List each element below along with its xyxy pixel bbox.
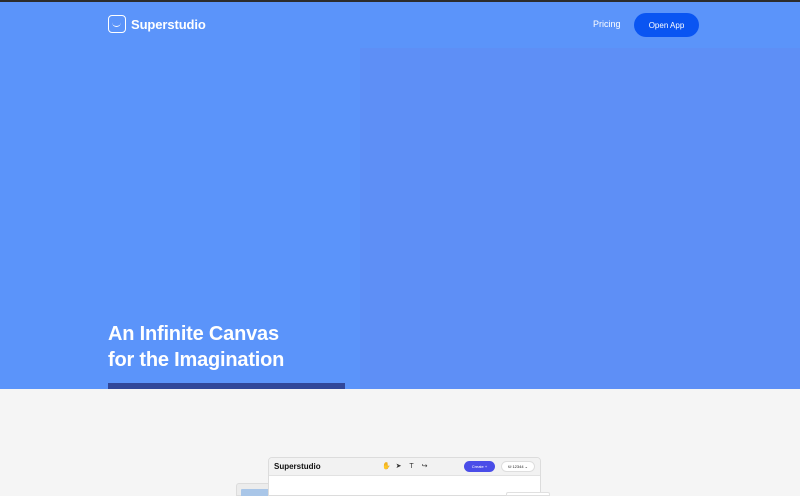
create-button[interactable]: Create + bbox=[464, 461, 495, 472]
superstudio-logo-icon bbox=[108, 15, 126, 33]
hero-media-panel bbox=[360, 48, 800, 389]
app-preview-window: Superstudio ✋ ➤ T ↪ Create + ⛁ 12344 ⌄ bbox=[268, 457, 541, 496]
pricing-link[interactable]: Pricing bbox=[593, 19, 621, 29]
chevron-down-icon: ⌄ bbox=[523, 464, 529, 469]
app-preview-brand: Superstudio bbox=[274, 462, 321, 471]
hero-headline-line2: for the Imagination bbox=[108, 349, 285, 371]
text-icon[interactable]: T bbox=[407, 462, 416, 471]
credits-badge[interactable]: ⛁ 12344 ⌄ bbox=[501, 461, 535, 472]
pointer-icon[interactable]: ➤ bbox=[394, 462, 403, 471]
app-preview-toolbar: Superstudio ✋ ➤ T ↪ Create + ⛁ 12344 ⌄ bbox=[269, 458, 540, 476]
credits-count: 12344 bbox=[512, 464, 524, 469]
hero-headline-line1: An Infinite Canvas bbox=[108, 323, 279, 345]
brand-logo[interactable]: Superstudio bbox=[108, 15, 206, 33]
hero-headline: An Infinite Canvas for the Imagination bbox=[108, 321, 284, 373]
top-navigation: Superstudio Pricing Open App bbox=[0, 2, 800, 48]
hero-section: Superstudio Pricing Open App An Infinite… bbox=[0, 2, 800, 389]
brand-name: Superstudio bbox=[131, 16, 206, 32]
share-icon[interactable]: ↪ bbox=[420, 462, 429, 471]
canvas-edge-chip bbox=[506, 492, 550, 496]
open-app-button[interactable]: Open App bbox=[634, 13, 699, 37]
hand-icon[interactable]: ✋ bbox=[382, 462, 391, 471]
